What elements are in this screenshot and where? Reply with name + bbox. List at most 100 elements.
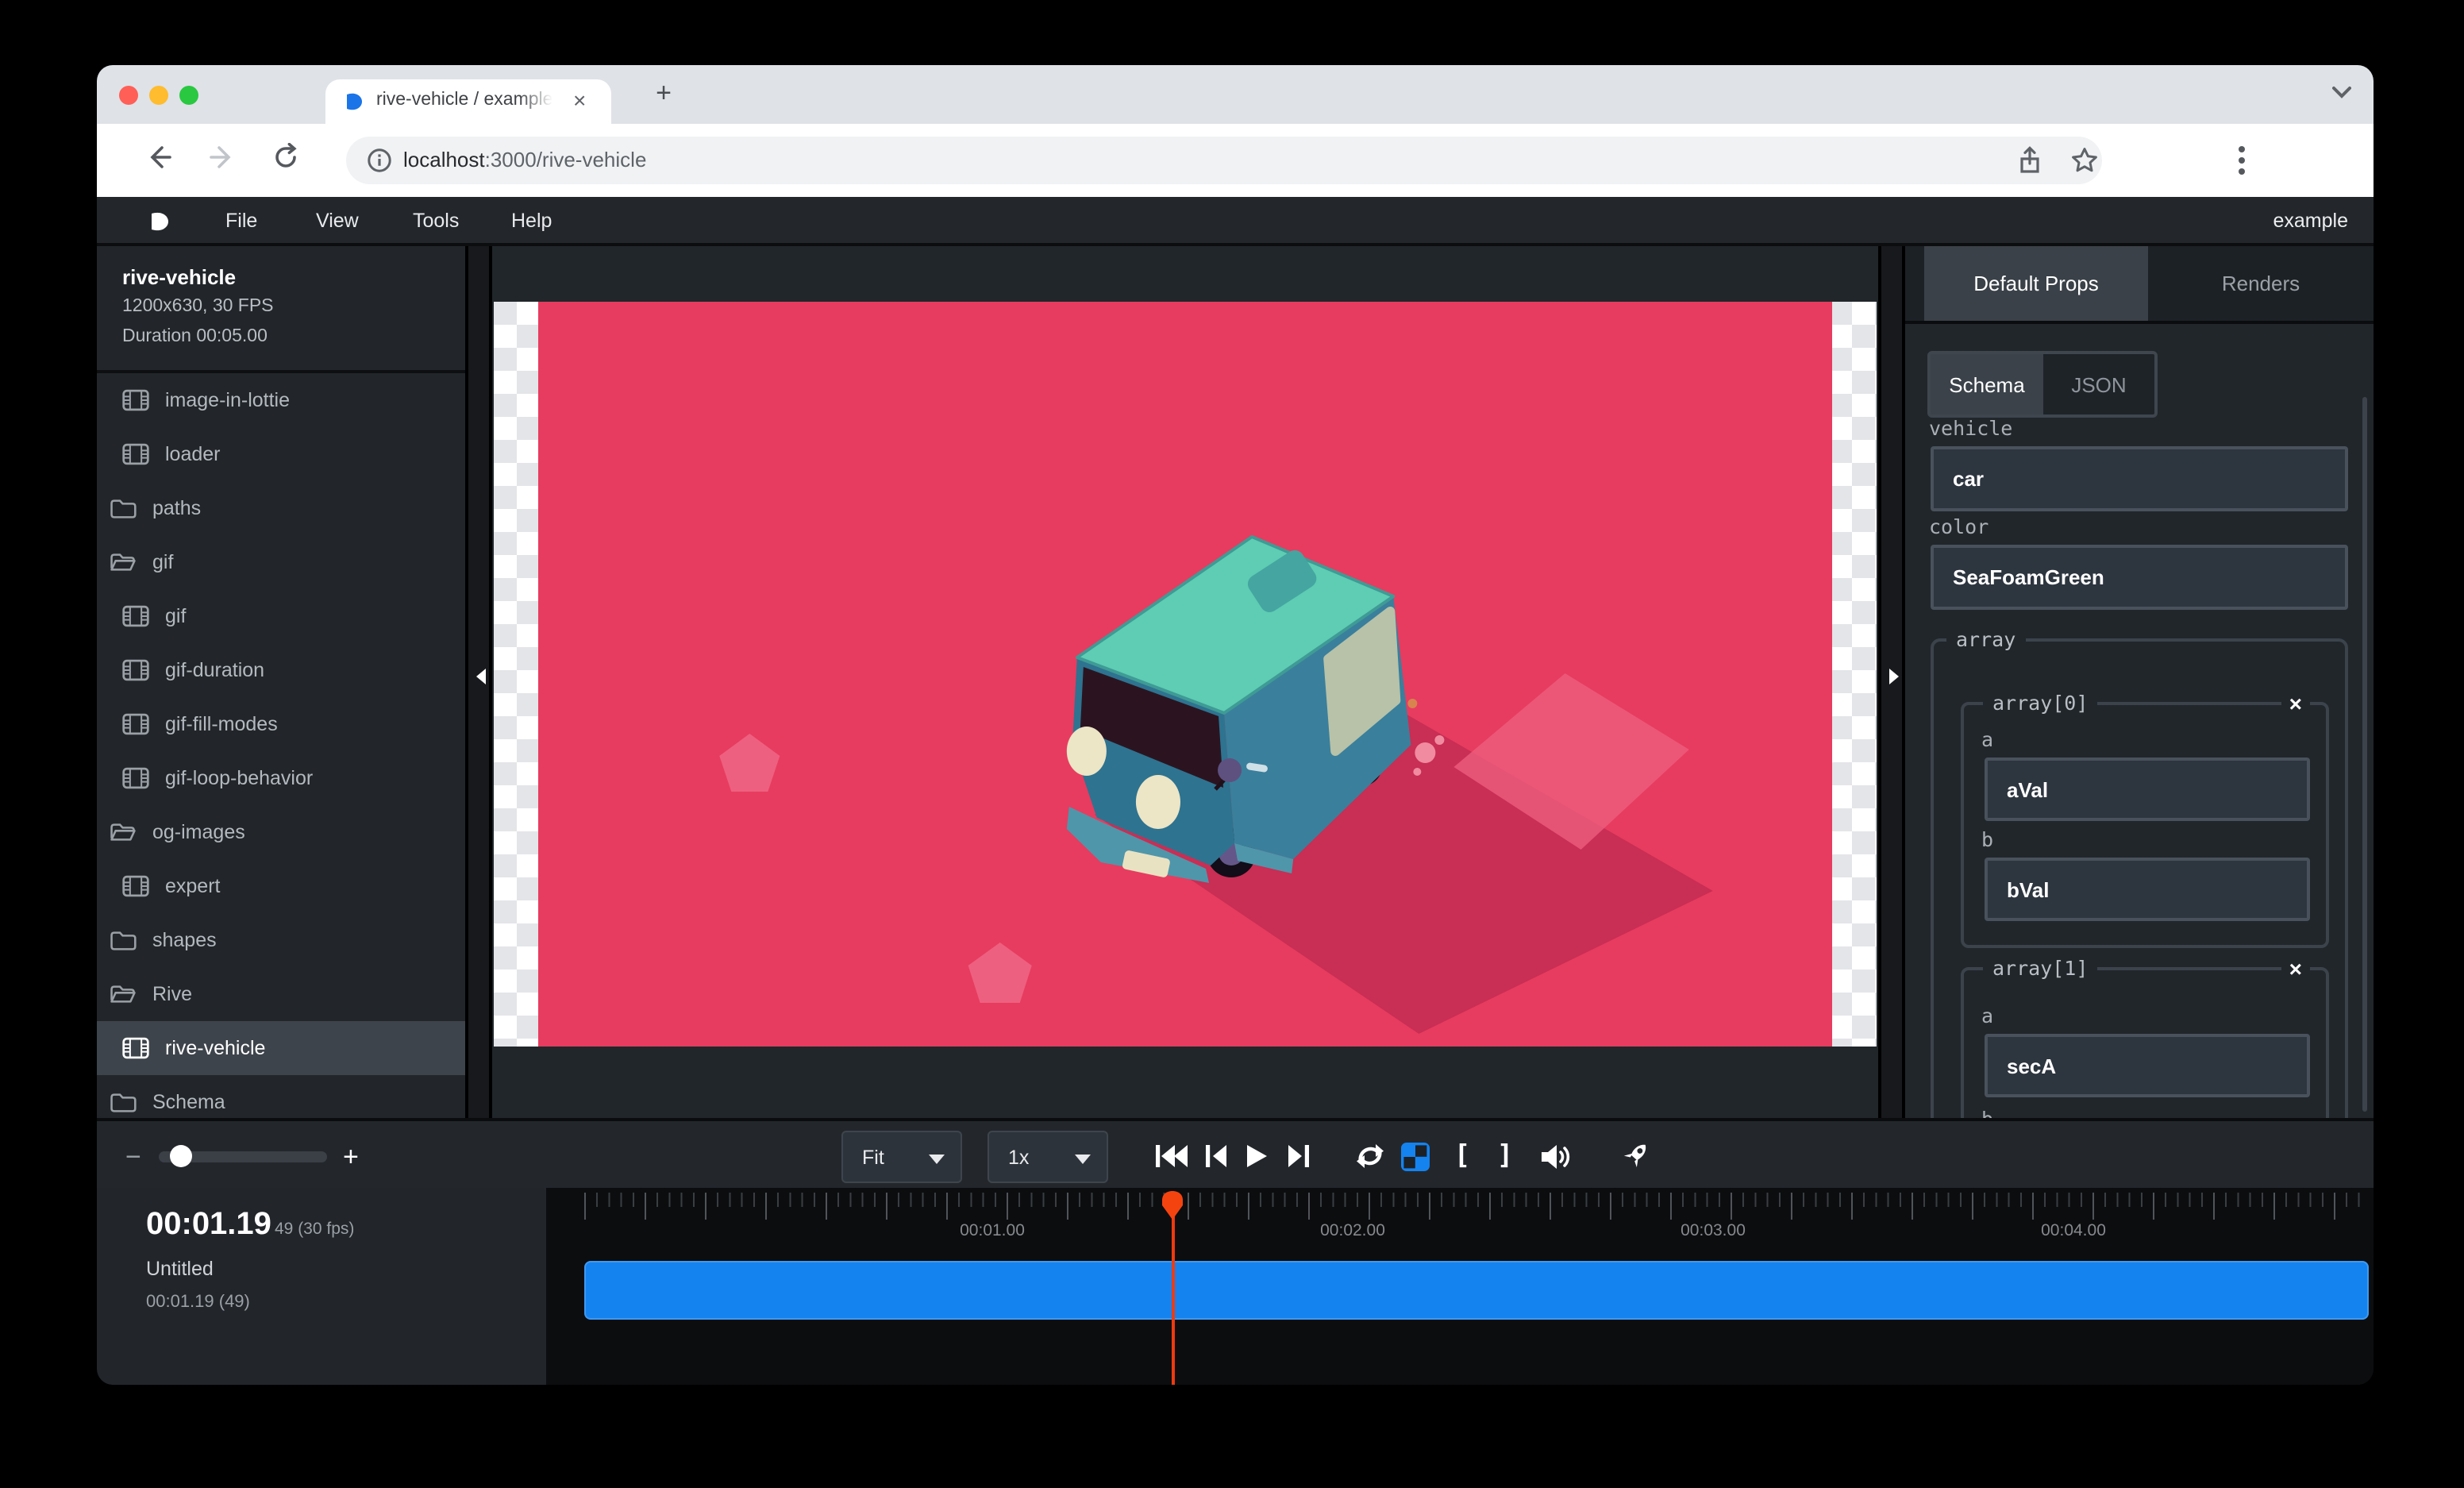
browser-address-bar: localhost:3000/rive-vehicle: [97, 124, 2374, 197]
sidebar-item-expert[interactable]: expert: [97, 859, 465, 913]
audio-button[interactable]: [1537, 1137, 1575, 1175]
bookmark-star-icon[interactable]: [2070, 146, 2099, 175]
set-out-point-button[interactable]: ]: [1486, 1137, 1524, 1175]
sidebar-folder-og-images[interactable]: og-images: [97, 805, 465, 859]
sidebar-item-loader[interactable]: loader: [97, 427, 465, 481]
menu-file[interactable]: File: [225, 210, 257, 232]
timeline-info-panel: 00:01.19 49 (30 fps) Untitled 00:01.19 (…: [97, 1188, 546, 1385]
composition-duration: Duration 00:05.00: [122, 327, 268, 346]
desktop-background: rive-vehicle / example - Remoti × + loca…: [0, 0, 2464, 1488]
sidebar-item-image-in-lottie[interactable]: image-in-lottie: [97, 373, 465, 427]
panel-scrollbar[interactable]: [2362, 397, 2367, 1112]
sidebar-item-gif-loop-behavior[interactable]: gif-loop-behavior: [97, 751, 465, 805]
film-icon: [122, 1037, 151, 1059]
timeline-ruler[interactable]: [584, 1193, 2369, 1220]
app-menubar: File View Tools Help example: [97, 197, 2374, 246]
collapse-left-arrow-icon[interactable]: [475, 667, 487, 686]
zoom-out-button[interactable]: −: [125, 1142, 141, 1174]
browser-menu-kebab-icon[interactable]: [2237, 145, 2246, 176]
film-icon: [122, 767, 151, 789]
timeline: 00:01.19 49 (30 fps) Untitled 00:01.19 (…: [97, 1188, 2374, 1385]
skip-to-start-button[interactable]: [1153, 1137, 1191, 1175]
array-legend: array: [1946, 627, 2025, 651]
next-frame-button[interactable]: [1280, 1137, 1318, 1175]
rocket-render-button[interactable]: [1616, 1137, 1654, 1175]
panel-divider: [1905, 321, 2374, 324]
array0-a-input[interactable]: aVal: [1985, 757, 2310, 821]
share-icon[interactable]: [2016, 146, 2043, 175]
input-color[interactable]: SeaFoamGreen: [1931, 545, 2348, 610]
toggle-schema[interactable]: Schema: [1931, 354, 2043, 414]
chevron-down-icon: [929, 1155, 945, 1164]
ruler-label: 00:04.00: [2026, 1221, 2121, 1240]
array1-remove-icon[interactable]: ×: [2281, 954, 2310, 983]
loop-toggle-button[interactable]: [1351, 1137, 1389, 1175]
tab-renders[interactable]: Renders: [2148, 246, 2374, 321]
array0-legend: array[0]: [1983, 691, 2097, 715]
menu-tools[interactable]: Tools: [413, 210, 459, 232]
input-vehicle[interactable]: car: [1931, 446, 2348, 511]
tab-search-chevron-down-icon[interactable]: [2332, 86, 2351, 98]
array0-a-label: a: [1981, 727, 1993, 751]
playhead-handle[interactable]: [1162, 1191, 1183, 1220]
menu-view[interactable]: View: [316, 210, 359, 232]
sidebar-item-gif-fill-modes[interactable]: gif-fill-modes: [97, 697, 465, 751]
sidebar-item-label: Schema: [152, 1091, 225, 1113]
sidebar-item-gif[interactable]: gif: [97, 589, 465, 643]
field-label-color: color: [1929, 515, 1989, 538]
sidebar-folder-schema[interactable]: Schema: [97, 1075, 465, 1118]
array1-legend: array[1]: [1983, 956, 2097, 980]
sidebar-item-label: gif-duration: [165, 659, 264, 681]
site-info-icon[interactable]: [367, 148, 392, 173]
sidebar-folder-gif[interactable]: gif: [97, 535, 465, 589]
toggle-json[interactable]: JSON: [2043, 354, 2154, 414]
folder-closed-icon: [110, 1091, 138, 1113]
sidebar-folder-paths[interactable]: paths: [97, 481, 465, 535]
forward-button[interactable]: [205, 143, 240, 178]
sidebar-item-label: Rive: [152, 983, 192, 1005]
url-text: localhost:3000/rive-vehicle: [403, 148, 646, 172]
array0-b-input[interactable]: bVal: [1985, 858, 2310, 921]
sidebar-item-gif-duration[interactable]: gif-duration: [97, 643, 465, 697]
back-button[interactable]: [141, 143, 176, 178]
menu-help[interactable]: Help: [511, 210, 552, 232]
speed-select-value: 1x: [1008, 1146, 1029, 1168]
browser-tab[interactable]: rive-vehicle / example - Remoti ×: [325, 79, 611, 124]
main-content: rive-vehicle 1200x630, 30 FPS Duration 0…: [97, 246, 2374, 1118]
traffic-light-minimize[interactable]: [149, 86, 168, 105]
traffic-light-close[interactable]: [119, 86, 138, 105]
sidebar-item-label: loader: [165, 443, 221, 465]
sidebar-folder-shapes[interactable]: shapes: [97, 913, 465, 967]
sidebar-item-label: og-images: [152, 821, 245, 843]
film-icon: [122, 389, 151, 411]
collapse-right-arrow-icon[interactable]: [1888, 667, 1900, 686]
new-tab-button[interactable]: +: [648, 78, 680, 110]
previous-frame-button[interactable]: [1197, 1137, 1235, 1175]
transparency-toggle-button[interactable]: [1396, 1137, 1434, 1175]
tab-favicon-rive-icon: [343, 91, 365, 113]
folder-closed-icon: [110, 497, 138, 519]
reload-button[interactable]: [268, 143, 303, 178]
array1-a-input[interactable]: secA: [1985, 1034, 2310, 1097]
zoom-slider-knob[interactable]: [170, 1145, 192, 1167]
tab-title-fade: [519, 91, 567, 114]
sidebar-folder-rive[interactable]: Rive: [97, 967, 465, 1021]
fit-select[interactable]: Fit: [841, 1131, 962, 1183]
playhead-line[interactable]: [1172, 1193, 1175, 1385]
play-button[interactable]: [1237, 1137, 1275, 1175]
film-icon: [122, 443, 151, 465]
speed-select[interactable]: 1x: [988, 1131, 1108, 1183]
timeline-track-bar[interactable]: [584, 1261, 2369, 1320]
traffic-light-zoom[interactable]: [179, 86, 198, 105]
tab-close-icon[interactable]: ×: [573, 87, 586, 113]
folder-open-icon: [110, 983, 138, 1005]
sidebar-item-rive-vehicle[interactable]: rive-vehicle: [97, 1021, 465, 1075]
url-field[interactable]: localhost:3000/rive-vehicle: [346, 137, 2102, 184]
tab-default-props[interactable]: Default Props: [1924, 246, 2148, 321]
set-in-point-button[interactable]: [: [1443, 1137, 1481, 1175]
zoom-in-button[interactable]: +: [343, 1142, 359, 1174]
folder-closed-icon: [110, 929, 138, 951]
preview-canvas[interactable]: [492, 246, 1878, 1118]
array0-remove-icon[interactable]: ×: [2281, 689, 2310, 718]
url-host: localhost: [403, 148, 485, 172]
